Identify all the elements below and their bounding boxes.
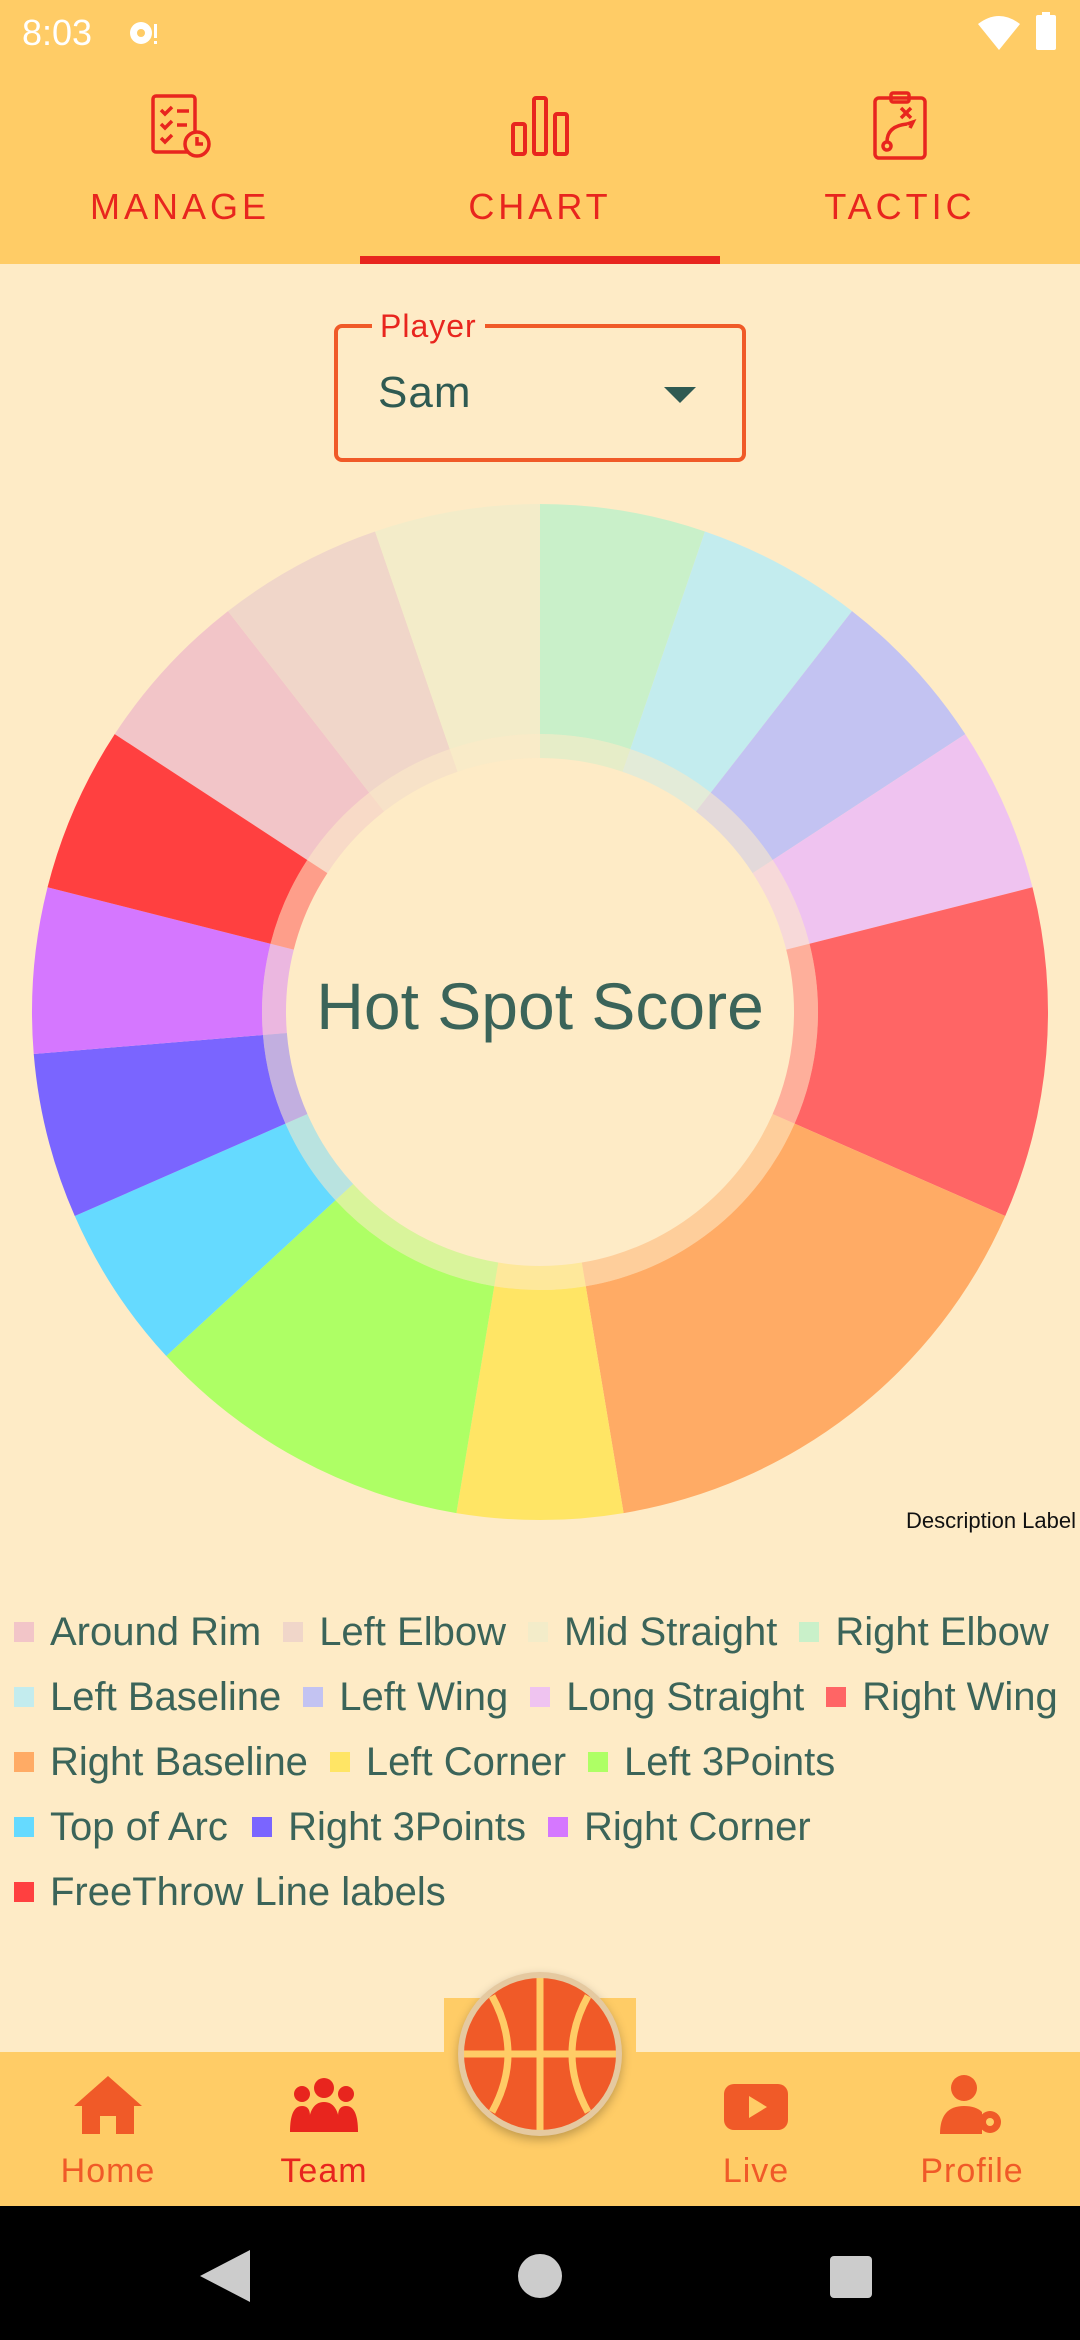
legend-label: Right 3Points (288, 1804, 526, 1849)
legend-swatch (547, 1817, 568, 1837)
chart-description-label: Description Label (906, 1508, 1076, 1533)
tab-chart-label: CHART (468, 186, 612, 227)
center-basketball-button[interactable] (458, 1972, 622, 2136)
legend-swatch (14, 1687, 34, 1707)
home-icon (74, 2076, 142, 2134)
nav-profile[interactable]: Profile (864, 2058, 1080, 2204)
recents-icon[interactable] (830, 2256, 872, 2298)
home-circle-icon[interactable] (518, 2254, 562, 2298)
nav-profile-label: Profile (920, 2152, 1024, 2190)
legend-swatch (826, 1687, 847, 1707)
top-tab-bar: MANAGE CHART TACTIC (0, 66, 1080, 264)
nav-live-label: Live (722, 2152, 790, 2190)
legend-swatch (588, 1752, 609, 1772)
legend-item-top-of-arc: Top of Arc (14, 1805, 228, 1849)
legend-swatch (14, 1752, 34, 1772)
legend-label: Left Baseline (50, 1674, 282, 1719)
status-time: 8:03 (22, 12, 93, 53)
tactic-board-icon (873, 91, 927, 160)
legend-label: Top of Arc (50, 1804, 228, 1849)
tab-chart[interactable]: CHART (360, 66, 720, 264)
legend-item-right-baseline: Right Baseline (14, 1740, 308, 1784)
legend-item-right-elbow: Right Elbow (799, 1609, 1049, 1654)
legend-swatch (14, 1882, 34, 1902)
battery-icon (1036, 12, 1056, 50)
legend-swatch (14, 1622, 34, 1642)
legend-swatch (329, 1752, 350, 1772)
legend-swatch (527, 1622, 548, 1642)
legend-label: Right Corner (583, 1804, 811, 1849)
legend-label: Mid Straight (563, 1609, 778, 1654)
legend-item-left-wing: Left Wing (303, 1675, 508, 1719)
legend-item-mid-straight: Mid Straight (527, 1609, 778, 1654)
legend-label: Left Elbow (319, 1609, 506, 1654)
legend-label: Right Wing (862, 1674, 1058, 1719)
legend-item-left-baseline: Left Baseline (14, 1675, 281, 1719)
profile-settings-icon (940, 2075, 1001, 2134)
legend-swatch (303, 1687, 324, 1707)
tab-manage-label: MANAGE (89, 186, 271, 227)
legend-item-long-straight: Long Straight (530, 1675, 804, 1719)
status-bar: 8:03 (0, 0, 1080, 66)
legend-item-left-elbow: Left Elbow (283, 1610, 506, 1654)
active-tab-indicator (360, 256, 720, 264)
nav-team[interactable]: Team (216, 2058, 432, 2204)
legend-label: Right Elbow (835, 1609, 1049, 1654)
legend-label: Left 3Points (624, 1739, 836, 1784)
legend-item-right-3points: Right 3Points (252, 1805, 526, 1849)
legend-label: Left Wing (339, 1674, 509, 1719)
legend-label: Right Baseline (50, 1739, 308, 1784)
donut-slice-inner-edge-left-corner (494, 1262, 586, 1290)
nav-home[interactable]: Home (0, 2058, 216, 2204)
player-dropdown-value: Sam (378, 368, 472, 417)
legend-swatch (252, 1817, 273, 1837)
legend-swatch (530, 1687, 551, 1707)
system-nav-bar (0, 2206, 1080, 2340)
legend-label: Long Straight (566, 1674, 805, 1719)
legend-item-left-3points: Left 3Points (588, 1740, 835, 1784)
legend-item-right-wing: Right Wing (826, 1675, 1058, 1719)
basketball-icon (464, 1978, 616, 2130)
legend-item-left-corner: Left Corner (329, 1739, 567, 1784)
legend-swatch (14, 1817, 34, 1837)
tab-tactic-label: TACTIC (824, 186, 976, 227)
wifi-icon (978, 16, 1020, 50)
caret-down-icon[interactable] (664, 387, 696, 403)
legend-swatch (283, 1622, 304, 1642)
player-dropdown-label: Player (372, 308, 485, 345)
tab-tactic[interactable]: TACTIC (720, 66, 1080, 264)
back-icon[interactable] (200, 2250, 250, 2302)
nav-team-label: Team (280, 2152, 368, 2190)
nav-home-label: Home (60, 2152, 156, 2190)
notification-icon (130, 22, 157, 44)
team-icon (290, 2078, 358, 2132)
legend-item-right-corner: Right Corner (547, 1804, 811, 1849)
nav-live[interactable]: Live (648, 2058, 864, 2204)
chart-center-text: Hot Spot Score (316, 969, 764, 1043)
legend-swatch (799, 1622, 820, 1642)
live-icon (724, 2084, 788, 2130)
checklist-clock-icon (151, 94, 211, 158)
legend-label: Left Corner (365, 1739, 567, 1784)
bar-chart-icon (511, 96, 569, 156)
legend-label: FreeThrow Line labels (50, 1869, 446, 1914)
tab-manage[interactable]: MANAGE (0, 66, 360, 264)
legend-item-freethrow-line-labels: FreeThrow Line labels (14, 1870, 446, 1914)
legend-label: Around Rim (50, 1609, 262, 1654)
legend-item-around-rim: Around Rim (14, 1610, 261, 1654)
